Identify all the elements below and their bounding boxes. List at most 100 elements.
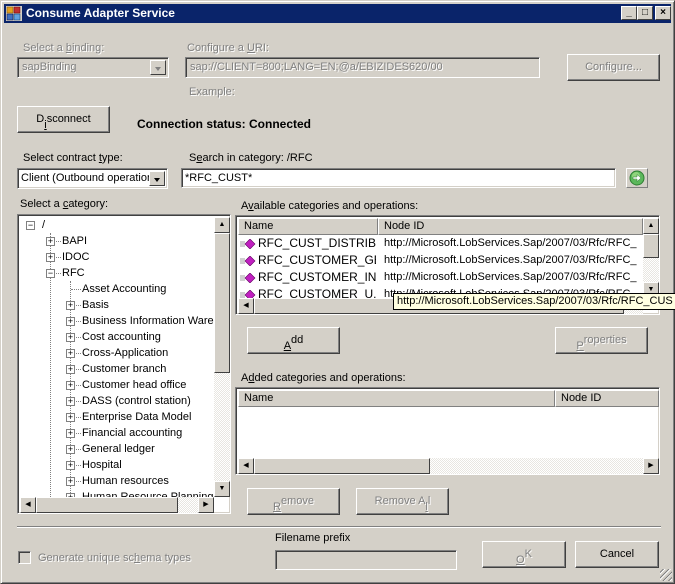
ok-button[interactable]: OK	[482, 541, 566, 568]
remove-button[interactable]: Remove	[247, 488, 340, 515]
tree-line	[50, 273, 51, 497]
tree-item-rfc-child[interactable]: Human resources	[82, 473, 169, 489]
added-hscroll-thumb[interactable]	[254, 458, 430, 474]
tree-item-root[interactable]: /	[42, 217, 45, 233]
node-id-tooltip: http://Microsoft.LobServices.Sap/2007/03…	[393, 293, 675, 310]
filename-prefix-label: Filename prefix	[275, 532, 351, 544]
binding-select[interactable]: sapBinding	[17, 57, 169, 78]
tree-expand-icon[interactable]: +	[66, 397, 75, 406]
resize-grip-icon[interactable]	[660, 569, 672, 581]
operation-name: RFC_CUSTOMER_GET	[258, 253, 376, 267]
close-icon: ×	[660, 7, 666, 18]
close-button[interactable]: ×	[655, 6, 671, 20]
available-scroll-left-button[interactable]: ◀	[238, 298, 254, 314]
tree-vscroll-thumb[interactable]	[214, 233, 230, 373]
tree-item-level1[interactable]: RFC	[62, 265, 85, 281]
search-input[interactable]: *RFC_CUST*	[181, 168, 616, 188]
cancel-button[interactable]: Cancel	[575, 541, 659, 568]
unique-schema-label: Generate unique schema types	[38, 552, 191, 564]
category-tree[interactable]: − / + BAPI + IDOC − RFC Asset Accounting + Basis + B…	[17, 214, 231, 514]
tree-item-rfc-child[interactable]: Basis	[82, 297, 109, 313]
tree-expand-icon[interactable]: +	[66, 333, 75, 342]
tree-item-rfc-child[interactable]: Customer branch	[82, 361, 166, 377]
tree-expand-icon[interactable]: +	[66, 317, 75, 326]
tree-scroll-up-button[interactable]: ▲	[214, 217, 230, 233]
tree-hscroll-thumb[interactable]	[36, 497, 178, 513]
tree-collapse-icon[interactable]: −	[46, 269, 55, 278]
added-scroll-right-button[interactable]: ▶	[643, 458, 659, 474]
tree-expand-icon[interactable]: +	[66, 365, 75, 374]
tree-expand-icon[interactable]: +	[46, 237, 55, 246]
tree-item-level1[interactable]: IDOC	[62, 249, 90, 265]
tree-item-rfc-child[interactable]: DASS (control station)	[82, 393, 191, 409]
available-col-nodeid[interactable]: Node ID	[378, 218, 643, 235]
added-scroll-left-button[interactable]: ◀	[238, 458, 254, 474]
tree-expand-icon[interactable]: +	[66, 445, 75, 454]
add-button[interactable]: Add	[247, 327, 340, 354]
properties-button-label: Properties	[576, 334, 627, 352]
maximize-button[interactable]: □	[637, 6, 653, 20]
operation-name: RFC_CUST_DISTRIB...	[258, 236, 376, 250]
title-bar[interactable]: Consume Adapter Service _ □ ×	[4, 4, 671, 23]
remove-all-button-label: Remove All	[374, 495, 431, 513]
tree-collapse-icon[interactable]: −	[26, 221, 35, 230]
search-value: *RFC_CUST*	[185, 172, 253, 184]
binding-label: Select a binding:	[23, 42, 105, 54]
uri-value: sap://CLIENT=800;LANG=EN;@a/EBIZIDES620/…	[190, 61, 443, 73]
operation-node-id: http://Microsoft.LobServices.Sap/2007/03…	[384, 271, 637, 283]
tree-scroll-down-button[interactable]: ▼	[214, 481, 230, 497]
tree-expand-icon[interactable]: +	[66, 477, 75, 486]
configure-button[interactable]: Configure...	[567, 54, 660, 81]
connection-status: Connection status: Connected	[137, 117, 312, 131]
tree-scroll-right-button[interactable]: ▶	[198, 497, 214, 513]
contract-type-value: Client (Outbound operation:	[21, 172, 149, 184]
filename-prefix-input[interactable]	[275, 550, 457, 570]
tree-item-rfc-child[interactable]: Enterprise Data Model	[82, 409, 191, 425]
binding-dropdown-arrow-icon[interactable]	[150, 60, 166, 75]
contract-type-label: Select contract type:	[23, 152, 123, 164]
minimize-icon: _	[626, 7, 632, 18]
available-col-name[interactable]: Name	[238, 218, 378, 235]
tree-item-rfc-child[interactable]: Financial accounting	[82, 425, 182, 441]
list-item[interactable]: RFC_CUSTOMER_GET http://Microsoft.LobServ…	[238, 252, 643, 269]
available-scroll-up-button[interactable]: ▲	[643, 218, 659, 234]
added-col-nodeid[interactable]: Node ID	[555, 390, 659, 407]
tree-item-rfc-child[interactable]: Hospital	[82, 457, 122, 473]
tree-item-rfc-child[interactable]: Cost accounting	[82, 329, 161, 345]
remove-all-button[interactable]: Remove All	[356, 488, 449, 515]
contract-dropdown-arrow-icon[interactable]	[149, 171, 165, 186]
disconnect-button[interactable]: Disconnect	[17, 106, 110, 133]
unique-schema-checkbox[interactable]	[18, 551, 31, 564]
added-col-name[interactable]: Name	[238, 390, 555, 407]
tree-expand-icon[interactable]: +	[66, 429, 75, 438]
search-go-button[interactable]	[626, 168, 648, 188]
tree-expand-icon[interactable]: +	[66, 349, 75, 358]
list-item[interactable]: RFC_CUST_DISTRIB... http://Microsoft.LobS…	[238, 235, 643, 252]
tree-expand-icon[interactable]: +	[66, 301, 75, 310]
tree-item-rfc-child[interactable]: Cross-Application	[82, 345, 168, 361]
uri-input[interactable]: sap://CLIENT=800;LANG=EN;@a/EBIZIDES620/…	[185, 57, 540, 78]
tree-item-rfc-child[interactable]: Customer head office	[82, 377, 186, 393]
tree-item-level1[interactable]: BAPI	[62, 233, 87, 249]
contract-type-select[interactable]: Client (Outbound operation:	[17, 168, 168, 189]
tree-scroll-left-button[interactable]: ◀	[20, 497, 36, 513]
added-label: Added categories and operations:	[241, 372, 406, 384]
tree-expand-icon[interactable]: +	[66, 461, 75, 470]
tree-item-rfc-child[interactable]: Asset Accounting	[82, 281, 166, 297]
tree-item-rfc-child[interactable]: General ledger	[82, 441, 155, 457]
minimize-button[interactable]: _	[621, 6, 637, 20]
operation-node-id: http://Microsoft.LobServices.Sap/2007/03…	[384, 237, 637, 249]
tree-item-rfc-child[interactable]: Business Information Wareh	[82, 313, 214, 329]
tree-expand-icon[interactable]: +	[66, 413, 75, 422]
properties-button[interactable]: Properties	[555, 327, 648, 354]
list-item[interactable]: RFC_CUSTOMER_IN... http://Microsoft.LobSe…	[238, 269, 643, 286]
example-label: Example:	[189, 86, 235, 98]
operation-name: RFC_CUSTOMER_IN...	[258, 270, 376, 284]
available-vscroll-thumb[interactable]	[643, 234, 659, 258]
uri-label: Configure a URI:	[187, 42, 269, 54]
tree-item-rfc-child[interactable]: Human Resource Planning	[82, 489, 213, 497]
tree-expand-icon[interactable]: +	[66, 381, 75, 390]
added-operations-list[interactable]: Name Node ID ◀ ▶	[235, 387, 660, 475]
tree-expand-icon[interactable]: +	[46, 253, 55, 262]
footer-separator	[17, 526, 661, 528]
